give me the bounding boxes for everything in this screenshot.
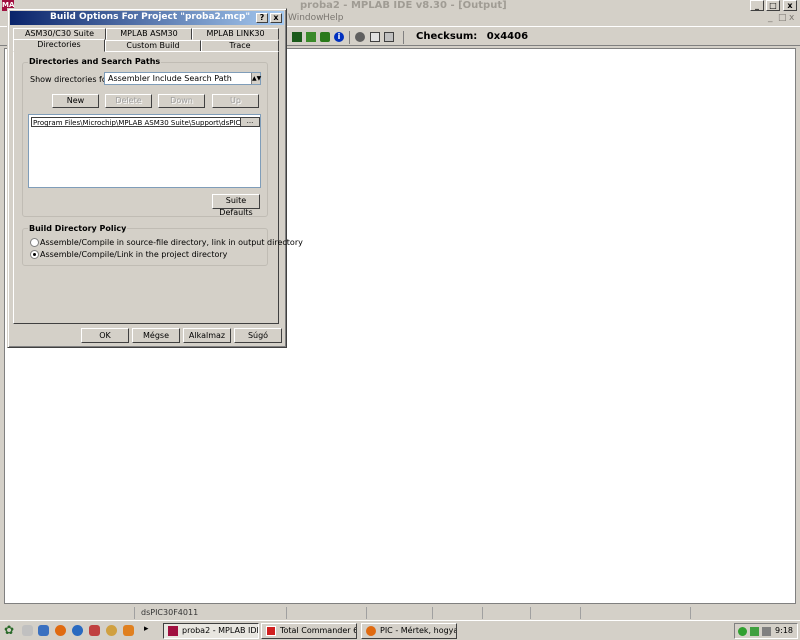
ie-icon[interactable]: [72, 625, 83, 636]
cancel-button[interactable]: Mégse: [132, 328, 180, 343]
antivirus-icon[interactable]: [750, 627, 759, 636]
down-button[interactable]: Down: [158, 94, 205, 108]
total-commander-task-icon: [266, 626, 276, 636]
info-icon[interactable]: i: [334, 32, 344, 42]
search-path-list[interactable]: Program Files\Microchip\MPLAB ASM30 Suit…: [28, 114, 261, 188]
up-button[interactable]: Up: [212, 94, 259, 108]
tab-directories[interactable]: Directories: [13, 39, 105, 52]
policy-radio-source-dir[interactable]: [30, 238, 39, 247]
task-label: Total Commander 6....: [280, 626, 356, 635]
program-icon[interactable]: [355, 32, 365, 42]
save-all-icon[interactable]: [306, 32, 316, 42]
minimize-button[interactable]: _: [750, 0, 764, 11]
status-device: dsPIC30F4011: [141, 608, 199, 617]
mdi-close-button[interactable]: x: [789, 13, 794, 23]
dialog-title-bar[interactable]: Build Options For Project "proba2.mcp" ?…: [10, 11, 284, 25]
dialog-close-button[interactable]: x: [270, 13, 282, 23]
show-directories-select[interactable]: Assembler Include Search Path ▲▼: [104, 72, 261, 85]
quicklaunch-divider: [22, 625, 33, 636]
checksum-display: Checksum: 0x4406: [416, 31, 528, 42]
mdi-minimize-button[interactable]: _: [768, 13, 773, 23]
policy-group-box: [22, 228, 268, 266]
outlook-icon[interactable]: [89, 625, 100, 636]
dialog-title: Build Options For Project "proba2.mcp": [50, 12, 251, 22]
task-label: proba2 - MPLAB IDE ...: [182, 626, 258, 635]
tab-mplab-asm30[interactable]: MPLAB ASM30: [106, 28, 192, 40]
status-separator: [286, 607, 287, 619]
policy-option-project-dir: Assemble/Compile/Link in the project dir…: [40, 250, 228, 259]
apply-button[interactable]: Alkalmaz: [183, 328, 231, 343]
mplab-task-icon: [168, 626, 178, 636]
quicklaunch-more-button[interactable]: ▸: [144, 624, 149, 634]
policy-group-title: Build Directory Policy: [28, 224, 128, 233]
status-separator: [530, 607, 531, 619]
show-directories-label: Show directories for:: [30, 75, 113, 84]
firefox-icon[interactable]: [55, 625, 66, 636]
delete-button[interactable]: Delete: [105, 94, 152, 108]
menu-window[interactable]: Window: [288, 13, 324, 23]
chevron-down-icon[interactable]: ▲▼: [251, 73, 261, 84]
winamp-icon[interactable]: [123, 625, 134, 636]
main-window-title: proba2 - MPLAB IDE v8.30 - [Output]: [300, 0, 507, 11]
policy-option-source-dir: Assemble/Compile in source-file director…: [40, 238, 303, 247]
policy-radio-project-dir[interactable]: [30, 250, 39, 259]
status-separator: [690, 607, 691, 619]
dialog-help-button[interactable]: Súgó: [234, 328, 282, 343]
tab-mplab-link30[interactable]: MPLAB LINK30: [192, 28, 279, 40]
toolbar-separator: [349, 31, 350, 44]
ok-button[interactable]: OK: [81, 328, 129, 343]
save-icon[interactable]: [292, 32, 302, 42]
status-separator: [482, 607, 483, 619]
build-icon[interactable]: [320, 32, 330, 42]
suite-defaults-button[interactable]: Suite Defaults: [212, 194, 260, 217]
status-separator: [366, 607, 367, 619]
help-button[interactable]: ?: [256, 13, 268, 23]
taskbar: ✿ ▸ proba2 - MPLAB IDE ... Total Command…: [0, 620, 800, 640]
task-total-commander[interactable]: Total Commander 6....: [261, 623, 357, 639]
media-icon[interactable]: [106, 625, 117, 636]
debug-window-icon[interactable]: [370, 32, 380, 42]
show-directories-value: Assembler Include Search Path: [108, 74, 232, 83]
close-button[interactable]: x: [783, 0, 797, 11]
toolbar-separator: [403, 31, 404, 44]
task-mplab[interactable]: proba2 - MPLAB IDE ...: [163, 623, 259, 639]
new-button[interactable]: New: [52, 94, 99, 108]
search-path-entry[interactable]: Program Files\Microchip\MPLAB ASM30 Suit…: [31, 117, 241, 127]
restore-button[interactable]: □: [766, 0, 780, 11]
system-tray: 9:18: [734, 623, 798, 639]
mdi-restore-button[interactable]: □: [778, 13, 787, 23]
memory-icon[interactable]: [384, 32, 394, 42]
status-bar: dsPIC30F4011: [0, 606, 800, 620]
start-button[interactable]: ✿: [2, 623, 16, 638]
menu-help[interactable]: Help: [323, 13, 344, 23]
show-desktop-icon[interactable]: [38, 625, 49, 636]
volume-icon[interactable]: [762, 627, 771, 636]
status-separator: [580, 607, 581, 619]
browse-button[interactable]: ...: [240, 117, 260, 127]
status-separator: [432, 607, 433, 619]
paths-group-title: Directories and Search Paths: [28, 57, 162, 66]
checksum-label: Checksum:: [416, 31, 478, 42]
clock[interactable]: 9:18: [775, 626, 793, 635]
firefox-task-icon: [366, 626, 376, 636]
checksum-value: 0x4406: [486, 31, 529, 42]
task-label: PIC - Mértek, hogya...: [380, 626, 456, 635]
status-separator: [134, 607, 135, 619]
task-firefox[interactable]: PIC - Mértek, hogya...: [361, 623, 457, 639]
network-icon[interactable]: [738, 627, 747, 636]
